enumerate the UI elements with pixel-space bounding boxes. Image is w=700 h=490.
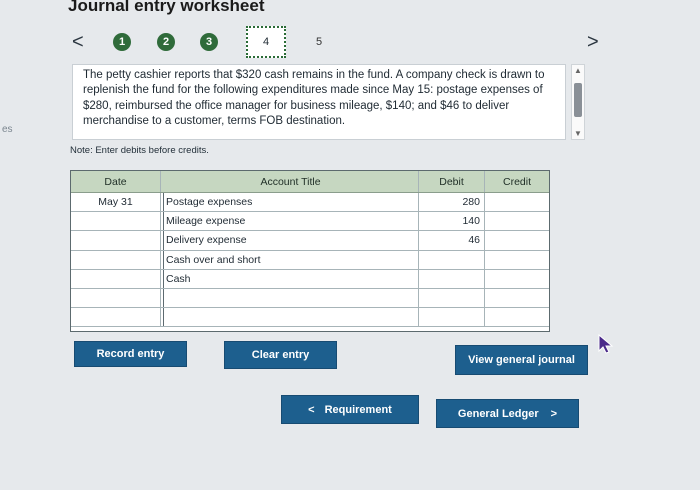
next-arrow-icon[interactable]: > bbox=[587, 31, 599, 54]
scroll-down-icon[interactable]: ▼ bbox=[574, 129, 582, 138]
journal-row bbox=[71, 308, 549, 328]
credit-cell[interactable] bbox=[485, 212, 549, 230]
view-general-journal-button[interactable]: View general journal bbox=[455, 345, 588, 375]
page-title: Journal entry worksheet bbox=[68, 0, 265, 15]
problem-text: The petty cashier reports that $320 cash… bbox=[72, 64, 566, 140]
scroll-up-icon[interactable]: ▲ bbox=[574, 66, 582, 75]
debit-cell[interactable]: 46 bbox=[419, 231, 485, 250]
scroll-thumb[interactable] bbox=[574, 83, 582, 117]
general-ledger-label: General Ledger bbox=[457, 407, 539, 420]
date-cell[interactable] bbox=[71, 288, 161, 308]
account-title-field[interactable]: Cash over and short bbox=[163, 250, 418, 269]
journal-row: May 31 Postage expenses 280 bbox=[71, 193, 549, 213]
chevron-left-icon: < bbox=[308, 403, 315, 416]
side-text: es bbox=[2, 124, 13, 135]
account-cell[interactable]: Cash over and short bbox=[161, 250, 419, 269]
requirement-label: Requirement bbox=[324, 403, 392, 416]
journal-header-row: Date Account Title Debit Credit bbox=[71, 171, 549, 193]
journal-row bbox=[71, 288, 549, 309]
date-cell[interactable] bbox=[71, 250, 161, 269]
note-text: Note: Enter debits before credits. bbox=[70, 145, 209, 156]
account-title-field[interactable]: Delivery expense bbox=[163, 231, 418, 250]
requirement-button[interactable]: < Requirement bbox=[281, 395, 419, 424]
account-cell[interactable] bbox=[161, 308, 419, 327]
mouse-cursor-icon bbox=[598, 333, 614, 354]
problem-scrollbar[interactable]: ▲ ▼ bbox=[571, 64, 585, 140]
clear-entry-button[interactable]: Clear entry bbox=[224, 341, 337, 369]
date-cell[interactable] bbox=[71, 212, 161, 231]
journal-row: Cash over and short bbox=[71, 250, 549, 270]
account-title-field[interactable]: Cash bbox=[163, 269, 418, 288]
debit-cell[interactable]: 140 bbox=[419, 212, 485, 231]
account-cell[interactable]: Cash bbox=[161, 269, 419, 288]
credit-cell[interactable] bbox=[485, 308, 549, 326]
record-entry-button[interactable]: Record entry bbox=[74, 341, 187, 367]
credit-cell[interactable] bbox=[485, 289, 549, 307]
account-title-field[interactable]: Postage expenses bbox=[163, 193, 418, 212]
account-cell[interactable]: Postage expenses bbox=[161, 193, 419, 212]
header-date: Date bbox=[71, 171, 161, 192]
credit-cell[interactable] bbox=[485, 251, 549, 269]
date-cell[interactable] bbox=[71, 231, 161, 250]
debit-cell[interactable] bbox=[419, 308, 485, 327]
account-cell[interactable]: Mileage expense bbox=[161, 212, 419, 231]
debit-cell[interactable] bbox=[419, 269, 485, 288]
step-2[interactable]: 2 bbox=[157, 33, 175, 51]
debit-cell[interactable]: 280 bbox=[419, 193, 485, 212]
account-cell[interactable]: Delivery expense bbox=[161, 231, 419, 250]
account-title-field[interactable] bbox=[163, 308, 418, 327]
prev-arrow-icon[interactable]: < bbox=[72, 31, 84, 54]
journal-row: Delivery expense 46 bbox=[71, 231, 549, 251]
debit-cell[interactable] bbox=[419, 250, 485, 269]
credit-cell[interactable] bbox=[485, 193, 549, 211]
header-credit: Credit bbox=[502, 175, 531, 188]
account-title-field[interactable] bbox=[163, 288, 418, 308]
step-4-current[interactable]: 4 bbox=[246, 26, 286, 58]
header-debit: Debit bbox=[419, 171, 485, 192]
journal-row: Cash bbox=[71, 269, 549, 289]
date-cell[interactable] bbox=[71, 269, 161, 288]
credit-cell[interactable] bbox=[485, 270, 549, 288]
date-cell[interactable] bbox=[71, 308, 161, 327]
journal-table: Date Account Title Debit Credit May 31 Po… bbox=[70, 170, 550, 332]
journal-row: Mileage expense 140 bbox=[71, 212, 549, 232]
credit-cell[interactable] bbox=[485, 231, 549, 249]
header-account: Account Title bbox=[161, 171, 419, 192]
debit-cell[interactable] bbox=[419, 288, 485, 308]
general-ledger-button[interactable]: General Ledger > bbox=[436, 399, 579, 428]
step-3[interactable]: 3 bbox=[200, 33, 218, 51]
date-cell[interactable]: May 31 bbox=[71, 193, 161, 212]
step-5[interactable]: 5 bbox=[316, 36, 322, 48]
chevron-right-icon: > bbox=[550, 407, 558, 420]
account-title-field[interactable]: Mileage expense bbox=[163, 212, 418, 231]
step-1[interactable]: 1 bbox=[113, 33, 131, 51]
account-cell[interactable] bbox=[161, 288, 419, 308]
